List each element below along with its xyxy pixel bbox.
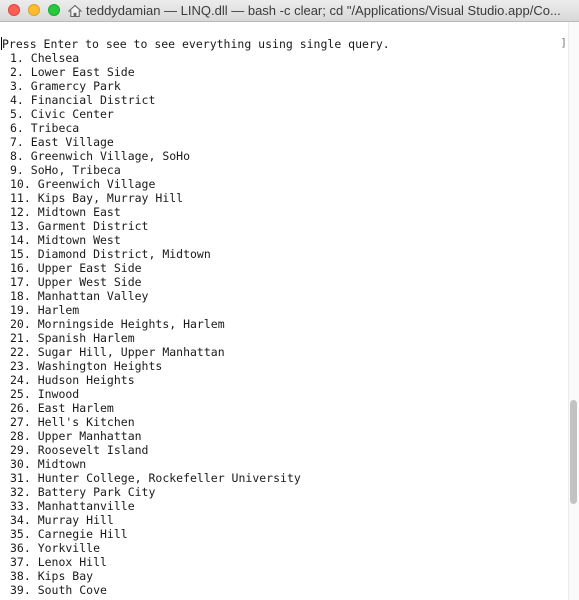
- home-folder-icon: [68, 4, 82, 18]
- list-item: 26. East Harlem: [10, 401, 114, 415]
- window-title: teddydamian — LINQ.dll — bash -c clear; …: [86, 3, 561, 18]
- scrollbar-track[interactable]: [568, 22, 579, 600]
- list-item: 12. Midtown East: [10, 205, 121, 219]
- list-item: 21. Spanish Harlem: [10, 331, 135, 345]
- list-item: 23. Washington Heights: [10, 359, 163, 373]
- list-item: 34. Murray Hill: [10, 513, 114, 527]
- list-item: 14. Midtown West: [10, 233, 121, 247]
- list-item: 15. Diamond District, Midtown: [10, 247, 211, 261]
- window-titlebar[interactable]: teddydamian — LINQ.dll — bash -c clear; …: [0, 0, 579, 22]
- list-item: 28. Upper Manhattan: [10, 429, 142, 443]
- list-item: 9. SoHo, Tribeca: [10, 163, 121, 177]
- prompt-line: Press Enter to see to see everything usi…: [2, 37, 390, 51]
- list-item: 6. Tribeca: [10, 121, 80, 135]
- list-item: 10. Greenwich Village: [10, 177, 156, 191]
- list-item: 30. Midtown: [10, 457, 87, 471]
- list-item: 27. Hell's Kitchen: [10, 415, 135, 429]
- close-button[interactable]: [8, 4, 20, 16]
- list-item: 20. Morningside Heights, Harlem: [10, 317, 225, 331]
- text-cursor: [1, 37, 2, 50]
- list-item: 31. Hunter College, Rockefeller Universi…: [10, 471, 301, 485]
- list-item: 35. Carnegie Hill: [10, 527, 128, 541]
- minimize-button[interactable]: [28, 4, 40, 16]
- list-item: 24. Hudson Heights: [10, 373, 135, 387]
- output-list: 1. Chelsea 2. Lower East Side 3. Gramercy …: [0, 51, 568, 597]
- list-item: 5. Civic Center: [10, 107, 114, 121]
- list-item: 19. Harlem: [10, 303, 80, 317]
- list-item: 1. Chelsea: [10, 51, 80, 65]
- maximize-button[interactable]: [48, 4, 60, 16]
- list-item: 4. Financial District: [10, 93, 156, 107]
- terminal-output[interactable]: Press Enter to see to see everything usi…: [0, 22, 568, 600]
- list-item: 11. Kips Bay, Murray Hill: [10, 191, 184, 205]
- list-item: 33. Manhattanville: [10, 499, 135, 513]
- list-item: 17. Upper West Side: [10, 275, 142, 289]
- list-item: 29. Roosevelt Island: [10, 443, 149, 457]
- list-item: 7. East Village: [10, 135, 114, 149]
- list-item: 8. Greenwich Village, SoHo: [10, 149, 191, 163]
- list-item: 25. Inwood: [10, 387, 80, 401]
- list-item: 38. Kips Bay: [10, 569, 94, 583]
- list-item: 37. Lenox Hill: [10, 555, 107, 569]
- list-item: 2. Lower East Side: [10, 65, 135, 79]
- list-item: 32. Battery Park City: [10, 485, 156, 499]
- scrollbar-thumb[interactable]: [570, 400, 577, 504]
- list-item: 18. Manhattan Valley: [10, 289, 149, 303]
- list-item: 36. Yorkville: [10, 541, 101, 555]
- list-item: 13. Garment District: [10, 219, 149, 233]
- list-item: 39. South Cove: [10, 583, 107, 597]
- list-item: 3. Gramercy Park: [10, 79, 121, 93]
- list-item: 22. Sugar Hill, Upper Manhattan: [10, 345, 225, 359]
- list-item: 16. Upper East Side: [10, 261, 142, 275]
- selection-marker: ]: [560, 36, 567, 49]
